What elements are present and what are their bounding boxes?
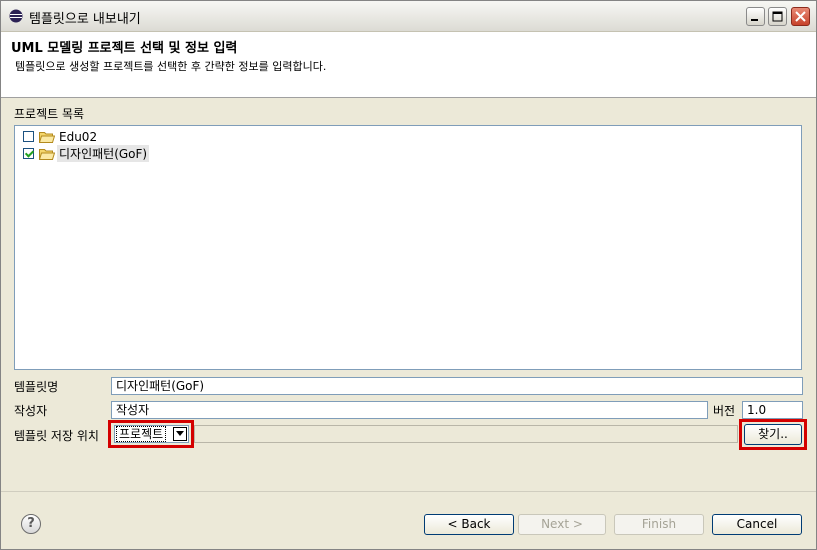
dialog-window: 템플릿으로 내보내기 UML 모델링 프로젝트 선택 및 정보 입력 템플릿으로… [0, 0, 817, 550]
close-icon [795, 11, 806, 22]
checkbox-checked[interactable] [23, 148, 34, 159]
window-title: 템플릿으로 내보내기 [29, 12, 141, 27]
version-input[interactable]: 1.0 [742, 401, 803, 419]
eclipse-icon [9, 9, 23, 23]
cancel-button[interactable]: Cancel [712, 514, 802, 535]
title-bar[interactable]: 템플릿으로 내보내기 [1, 1, 816, 32]
chevron-down-icon[interactable] [173, 427, 187, 441]
location-selected-value: 프로젝트 [115, 426, 167, 442]
location-label: 템플릿 저장 위치 [14, 429, 99, 443]
project-tree[interactable]: Edu02 디자인패턴(GoF) [14, 125, 802, 370]
checkbox[interactable] [23, 131, 34, 142]
wizard-header: UML 모델링 프로젝트 선택 및 정보 입력 템플릿으로 생성할 프로젝트를 … [1, 32, 816, 98]
tree-item-edu02[interactable]: Edu02 [23, 128, 99, 145]
browse-button[interactable]: 찾기.. [744, 424, 802, 445]
page-description: 템플릿으로 생성할 프로젝트를 선택한 후 간략한 정보를 입력합니다. [15, 60, 327, 73]
tree-item-design-pattern[interactable]: 디자인패턴(GoF) [23, 145, 150, 162]
maximize-button[interactable] [768, 7, 787, 26]
folder-icon [39, 148, 55, 160]
help-icon[interactable]: ? [21, 514, 41, 534]
close-button[interactable] [791, 7, 810, 26]
template-name-input[interactable]: 디자인패턴(GoF) [111, 377, 803, 395]
next-button[interactable]: Next > [518, 514, 606, 535]
finish-button[interactable]: Finish [614, 514, 704, 535]
project-list-label: 프로젝트 목록 [14, 107, 85, 121]
author-label: 작성자 [14, 404, 48, 418]
template-name-label: 템플릿명 [14, 380, 59, 394]
tree-item-label: 디자인패턴(GoF) [57, 145, 150, 162]
version-label: 버전 [713, 404, 736, 418]
tree-item-label: Edu02 [59, 129, 98, 144]
author-input[interactable]: 작성자 [111, 401, 708, 419]
divider [1, 491, 816, 492]
page-title: UML 모델링 프로젝트 선택 및 정보 입력 [11, 41, 238, 56]
minimize-icon [751, 19, 758, 21]
folder-icon [39, 131, 55, 143]
maximize-icon [772, 11, 783, 22]
location-select[interactable]: 프로젝트 [114, 425, 189, 443]
minimize-button[interactable] [746, 7, 765, 26]
location-path-input [194, 425, 738, 443]
back-button[interactable]: < Back [424, 514, 514, 535]
